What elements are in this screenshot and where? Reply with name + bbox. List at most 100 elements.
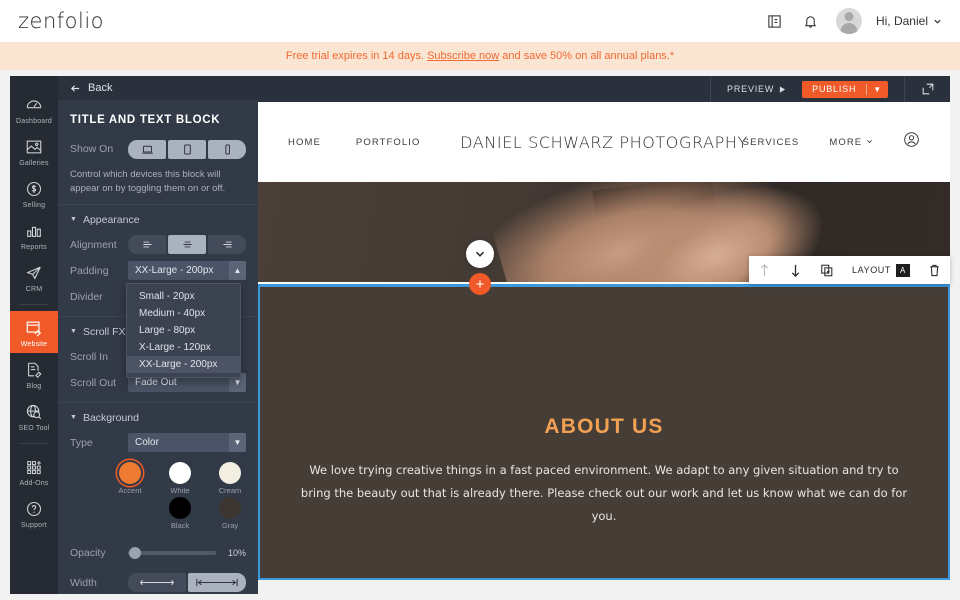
padding-select[interactable]: XX-Large - 200px ▲ — [128, 261, 246, 281]
show-on-row: Show On — [58, 136, 258, 162]
caret-down-icon: ▼ — [70, 328, 77, 336]
swatch-dot[interactable] — [119, 461, 141, 484]
caret-down-icon: ▼ — [70, 414, 77, 422]
sidebar-label: Reports — [21, 244, 47, 251]
swatch-label: Cream — [218, 485, 242, 495]
opacity-slider-knob[interactable] — [129, 546, 141, 559]
arrow-down-icon[interactable] — [789, 263, 802, 278]
divider-label: Divider — [70, 290, 103, 303]
phone-icon[interactable] — [208, 139, 246, 159]
back-button[interactable]: Back — [58, 76, 258, 100]
plus-circle-icon[interactable]: + — [469, 273, 491, 295]
width-row: Width — [58, 570, 258, 596]
subscribe-now-link[interactable]: Subscribe now — [427, 50, 499, 62]
opacity-value: 10% — [227, 547, 246, 558]
contained-width-icon[interactable] — [128, 573, 186, 593]
preview-label: PREVIEW — [727, 84, 775, 94]
guide-icon[interactable] — [764, 10, 786, 32]
sidebar-item-galleries[interactable]: Galleries — [10, 130, 58, 172]
sidebar-item-support[interactable]: Support — [10, 492, 58, 534]
caret-down-icon: ▼ — [70, 216, 77, 224]
scroll-in-label: Scroll In — [70, 350, 108, 363]
sidebar-item-crm[interactable]: CRM — [10, 256, 58, 298]
scroll-out-label: Scroll Out — [70, 376, 117, 389]
swatch-dot[interactable] — [219, 461, 241, 484]
sidebar-item-seo-tool[interactable]: SEO Tool — [10, 395, 58, 437]
website-edit-icon — [24, 318, 44, 338]
sidebar-item-selling[interactable]: Selling — [10, 172, 58, 214]
bg-type-label: Type — [70, 436, 93, 449]
user-circle-icon[interactable] — [903, 131, 920, 153]
sidebar-item-add-ons[interactable]: Add-Ons — [10, 450, 58, 492]
swatch-dot[interactable] — [169, 461, 191, 484]
sidebar-label: Blog — [26, 383, 42, 390]
publish-label: PUBLISH — [812, 84, 857, 94]
sidebar-item-website[interactable]: Website — [10, 311, 58, 353]
full-width-icon[interactable] — [188, 573, 246, 593]
appearance-section-header[interactable]: ▼ Appearance — [58, 203, 258, 232]
site-nav: HOME PORTFOLIO DANIEL SCHWARZ PHOTOGRAPH… — [258, 102, 950, 182]
nav-link-home[interactable]: HOME — [288, 137, 321, 148]
top-header: zenfolio Hi, Daniel — [0, 0, 960, 42]
padding-option[interactable]: Large - 80px — [127, 322, 240, 339]
photo-icon — [24, 137, 44, 157]
padding-label: Padding — [70, 264, 109, 277]
align-left-icon[interactable] — [128, 235, 166, 255]
expand-icon[interactable] — [904, 76, 950, 102]
padding-option[interactable]: Small - 20px — [127, 288, 240, 305]
dollar-coin-icon — [24, 179, 44, 199]
align-center-icon[interactable] — [168, 235, 206, 255]
tablet-icon[interactable] — [168, 139, 206, 159]
swatch-label: Gray — [221, 520, 239, 530]
swatch-accent[interactable]: Accent — [116, 461, 144, 495]
sidebar-label: SEO Tool — [18, 425, 50, 432]
swatch-cream[interactable]: Cream — [216, 461, 244, 495]
layout-button[interactable]: LAYOUT A — [852, 263, 910, 277]
align-right-icon[interactable] — [208, 235, 246, 255]
swatch-dot[interactable] — [219, 496, 241, 519]
chevron-down-icon[interactable]: ▼ — [867, 85, 888, 94]
scroll-out-value: Fade Out — [135, 377, 177, 389]
color-swatches: Accent White Cream Black Gray — [58, 456, 258, 534]
layout-label: LAYOUT — [852, 265, 891, 275]
padding-value: XX-Large - 200px — [135, 265, 214, 277]
bg-type-select[interactable]: Color ▼ — [128, 433, 246, 453]
avatar[interactable] — [835, 8, 862, 34]
swatch-white[interactable]: White — [166, 461, 194, 495]
padding-dropdown-menu[interactable]: Small - 20px Medium - 40px Large - 80px … — [126, 283, 241, 378]
arrow-up-icon[interactable] — [758, 263, 771, 278]
padding-option-selected[interactable]: XX-Large - 200px — [127, 356, 240, 373]
arrow-left-icon — [70, 84, 80, 92]
preview-button[interactable]: PREVIEW — [710, 76, 802, 102]
opacity-row: Opacity 10% — [58, 540, 258, 566]
nav-link-more[interactable]: MORE — [829, 137, 873, 148]
nav-link-portfolio[interactable]: PORTFOLIO — [356, 137, 421, 148]
padding-option[interactable]: X-Large - 120px — [127, 339, 240, 356]
laptop-icon[interactable] — [128, 139, 166, 159]
globe-search-icon — [24, 402, 44, 422]
bg-type-value: Color — [135, 437, 159, 449]
bell-icon[interactable] — [800, 10, 822, 32]
sidebar-item-blog[interactable]: Blog — [10, 353, 58, 395]
swatch-dot[interactable] — [169, 496, 191, 519]
nav-more-label: MORE — [829, 136, 863, 148]
alignment-row: Alignment — [58, 232, 258, 258]
sidebar-item-dashboard[interactable]: Dashboard — [10, 88, 58, 130]
duplicate-icon[interactable] — [820, 263, 834, 278]
background-section-header[interactable]: ▼ Background — [58, 401, 258, 430]
sidebar-item-reports[interactable]: Reports — [10, 214, 58, 256]
chevron-down-circle-icon[interactable] — [466, 240, 494, 268]
zenfolio-logo[interactable]: zenfolio — [18, 9, 104, 33]
swatch-black[interactable]: Black — [166, 496, 194, 530]
sidebar-nav: Dashboard Galleries Selling Reports CRM … — [10, 76, 58, 594]
opacity-slider[interactable] — [128, 546, 216, 559]
user-menu[interactable]: Hi, Daniel — [876, 14, 942, 28]
about-us-block[interactable]: ABOUT US We love trying creative things … — [258, 284, 950, 580]
trash-icon[interactable] — [928, 263, 941, 278]
layout-badge: A — [896, 263, 910, 277]
publish-button[interactable]: PUBLISH ▼ — [802, 80, 888, 98]
nav-link-services[interactable]: SERVICES — [743, 137, 800, 148]
user-greeting: Hi, Daniel — [875, 14, 928, 28]
padding-option[interactable]: Medium - 40px — [127, 305, 240, 322]
swatch-gray[interactable]: Gray — [216, 496, 244, 530]
